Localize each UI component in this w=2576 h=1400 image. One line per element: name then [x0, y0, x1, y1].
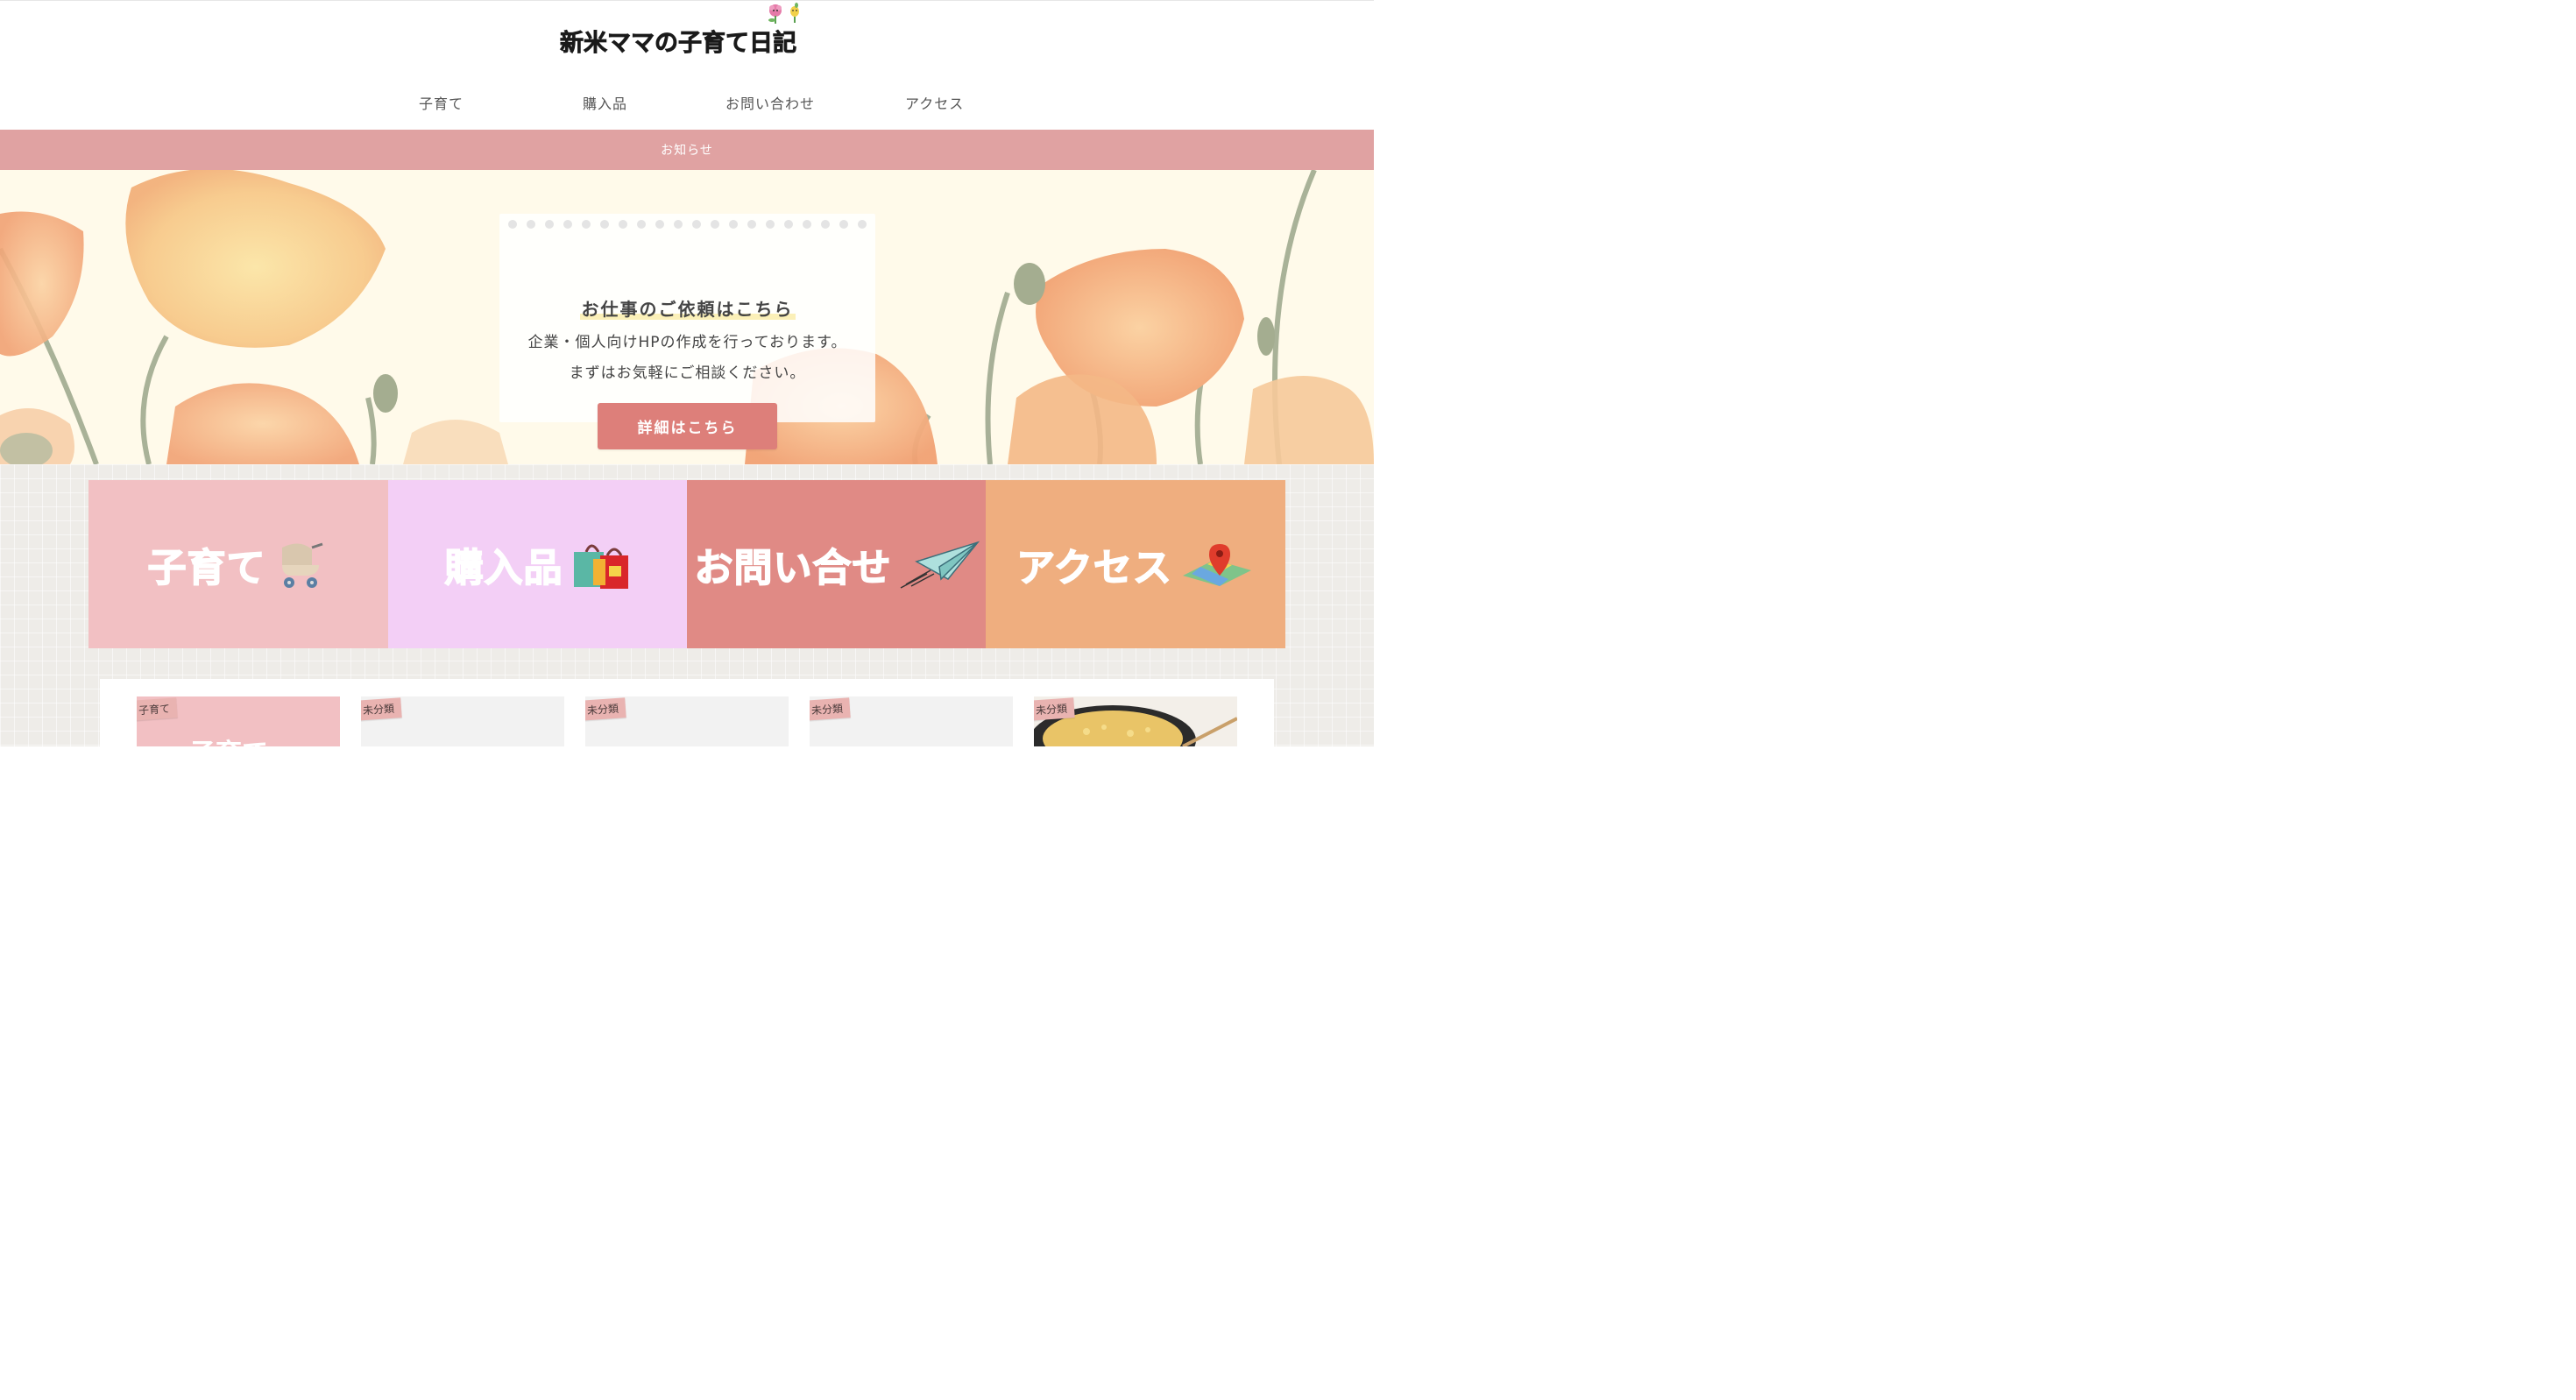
post-card[interactable]: 未分類 [585, 696, 789, 746]
site-header: 新米ママの子育て日記 子育て 購入品 お問い合わせ アクセス [0, 0, 1374, 130]
paper-plane-icon [900, 541, 980, 589]
banner-contact[interactable]: お問い合せ [687, 480, 987, 648]
banner-childcare[interactable]: 子育て [88, 480, 388, 648]
site-logo-text: 新米ママの子育て日記 [560, 30, 797, 58]
card-description-line1: 企業・個人向けHPの作成を行っております。 [527, 334, 847, 351]
banner-label-childcare: 子育て [147, 545, 266, 591]
post-category-tag: 未分類 [1034, 697, 1075, 721]
post-card[interactable]: 未分類 [810, 696, 1013, 746]
post-card[interactable]: 未分類 [361, 696, 564, 746]
nav-item-childcare[interactable]: 子育て [419, 92, 464, 113]
banner-label-purchases: 購入品 [444, 545, 563, 591]
banner-label-contact: お問い合せ [694, 545, 892, 591]
nav-item-access[interactable]: アクセス [905, 92, 964, 113]
work-request-card: お仕事のご依頼はこちら 企業・個人向けHPの作成を行っております。 まずはお気軽… [499, 214, 875, 449]
details-button[interactable]: 詳細はこちら [598, 403, 777, 449]
card-description-line2: まずはお気軽にご相談ください。 [569, 364, 806, 382]
post-thumbnail-title-partial: 子育て [189, 732, 268, 746]
post-card[interactable]: 未分類 [1034, 696, 1237, 746]
notice-label: お知らせ [661, 144, 713, 158]
shopping-bags-icon [573, 544, 628, 589]
nav-item-purchases[interactable]: 購入品 [583, 92, 627, 113]
post-category-tag: 未分類 [361, 697, 402, 721]
card-title-wrap: お仕事のご依頼はこちら [499, 295, 875, 321]
post-category-tag: 子育て [137, 697, 178, 721]
banner-label-access: アクセス [1016, 545, 1172, 591]
post-card[interactable]: 子育て 子育て [137, 696, 340, 746]
banner-access[interactable]: アクセス [986, 480, 1285, 648]
card-dots-decoration [508, 220, 867, 229]
map-pin-icon [1182, 544, 1251, 586]
nav-item-contact[interactable]: お問い合わせ [725, 92, 815, 113]
hero-section: お仕事のご依頼はこちら 企業・個人向けHPの作成を行っております。 まずはお気軽… [0, 170, 1374, 464]
banner-purchases[interactable]: 購入品 [388, 480, 688, 648]
main-nav: 子育て 購入品 お問い合わせ アクセス [0, 92, 1374, 115]
notice-bar[interactable]: お知らせ [0, 130, 1374, 170]
card-title: お仕事のご依頼はこちら [579, 299, 796, 320]
site-logo[interactable]: 新米ママの子育て日記 [560, 3, 814, 57]
post-list: 子育て 子育て 未分類 未分類 未分類 未分類 [100, 679, 1274, 746]
post-category-tag: 未分類 [585, 697, 626, 721]
post-category-tag: 未分類 [810, 697, 851, 721]
baby-stroller-icon [281, 542, 322, 588]
